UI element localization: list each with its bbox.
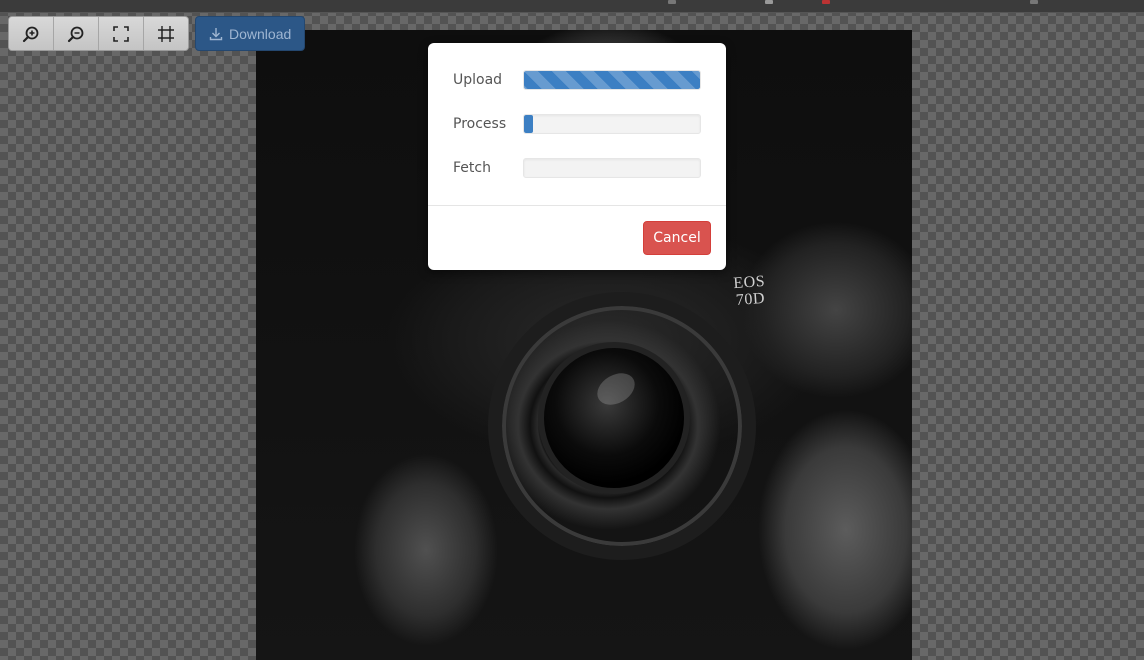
zoom-in-icon — [22, 26, 39, 42]
progress-label-process: Process — [453, 116, 507, 132]
fit-screen-icon — [113, 25, 129, 42]
progress-fill-process — [524, 115, 533, 133]
progress-dialog-footer: Cancel — [428, 205, 726, 270]
zoom-out-button[interactable] — [54, 17, 99, 50]
zoom-out-icon — [67, 26, 84, 42]
top-bar — [0, 0, 1144, 13]
progress-row-upload: Upload — [453, 70, 703, 90]
actual-size-icon — [158, 25, 174, 42]
progress-bar-process — [523, 114, 701, 134]
progress-label-upload: Upload — [453, 72, 503, 88]
camera-model-label: EOS 70D — [732, 272, 766, 309]
viewer-toolbar: Download — [8, 16, 306, 51]
progress-row-process: Process — [453, 114, 703, 134]
progress-fill-upload — [524, 71, 700, 89]
top-bar-mark — [1030, 0, 1038, 4]
progress-bar-fetch — [523, 158, 701, 178]
fit-screen-button[interactable] — [99, 17, 144, 50]
download-button[interactable]: Download — [195, 16, 306, 51]
top-bar-mark — [668, 0, 676, 4]
progress-dialog: Upload Process Fetch Cancel — [428, 43, 726, 270]
download-icon — [209, 27, 223, 40]
zoom-button-group — [8, 16, 189, 51]
download-button-label: Download — [229, 25, 292, 42]
progress-row-fetch: Fetch — [453, 158, 703, 178]
progress-bar-upload — [523, 70, 701, 90]
lens-glass — [538, 342, 690, 494]
top-bar-mark — [822, 0, 830, 4]
progress-label-fetch: Fetch — [453, 160, 491, 176]
top-bar-mark — [765, 0, 773, 4]
cancel-button[interactable]: Cancel — [643, 221, 711, 255]
zoom-in-button[interactable] — [9, 17, 54, 50]
progress-dialog-body: Upload Process Fetch — [428, 43, 726, 205]
actual-size-button[interactable] — [144, 17, 188, 50]
